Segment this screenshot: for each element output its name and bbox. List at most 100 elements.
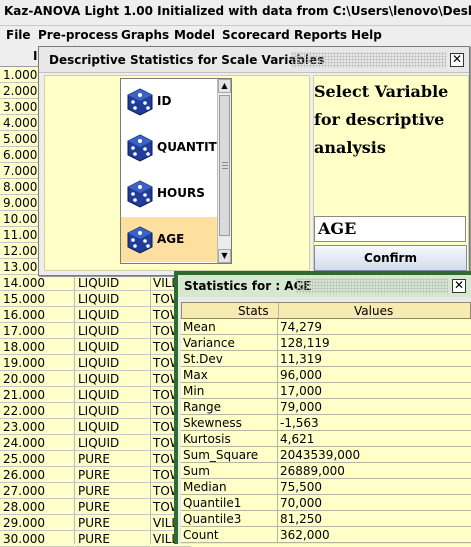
grid-cell[interactable]: LIQUID xyxy=(75,403,150,419)
stat-value: 75,500 xyxy=(280,480,322,494)
menu-reports[interactable]: Reports xyxy=(294,28,347,42)
grid-cell[interactable]: LIQUID xyxy=(75,275,150,291)
table-row[interactable]: Variance 128,119 xyxy=(181,335,471,351)
grid-cell[interactable]: 16.000 xyxy=(0,307,74,323)
grid-cell[interactable]: LIQUID xyxy=(75,435,150,451)
grid-cell[interactable]: LIQUID xyxy=(75,419,150,435)
scroll-thumb[interactable] xyxy=(219,95,230,236)
grid-cell[interactable]: 21.000 xyxy=(0,387,74,403)
grid-cell[interactable]: PURE xyxy=(75,531,150,547)
grid-cell[interactable]: PURE xyxy=(75,515,150,531)
menu-help[interactable]: Help xyxy=(351,28,382,42)
column-divider xyxy=(277,335,278,350)
grid-cell[interactable]: 19.000 xyxy=(0,355,74,371)
selection-panel: Select Variable for descriptive analysis… xyxy=(313,75,469,271)
column-divider xyxy=(277,527,278,542)
window-title: Kaz-ANOVA Light 1.00 Initialized with da… xyxy=(0,0,471,26)
menu-scorecard[interactable]: Scorecard xyxy=(222,28,290,42)
descriptive-stats-dialog: Descriptive Statistics for Scale Variabl… xyxy=(38,46,470,276)
stat-value: 81,250 xyxy=(280,512,322,526)
grid-cell[interactable]: 29.000 xyxy=(0,515,74,531)
grid-cell[interactable]: 25.000 xyxy=(0,451,74,467)
table-row[interactable]: Sum_Square 2043539,000 xyxy=(181,447,471,463)
stat-name: Quantile1 xyxy=(183,496,242,510)
table-row[interactable]: Max 96,000 xyxy=(181,367,471,383)
grid-cell[interactable]: 14.000 xyxy=(0,275,74,291)
stat-name: Sum_Square xyxy=(183,448,259,462)
stat-name: St.Dev xyxy=(183,352,223,366)
table-row[interactable]: Count 362,000 xyxy=(181,527,471,543)
grid-cell[interactable]: 28.000 xyxy=(0,499,74,515)
grid-cell[interactable]: LIQUID xyxy=(75,371,150,387)
stat-value: 26889,000 xyxy=(280,464,345,478)
variable-list[interactable]: ID QUANTITY HOURS AGE ▲ ▼ xyxy=(120,78,232,264)
grid-cell[interactable]: LIQUID xyxy=(75,339,150,355)
grid-cell[interactable]: LIQUID xyxy=(75,323,150,339)
grid-cell[interactable]: PURE xyxy=(75,499,150,515)
stat-name: Min xyxy=(183,384,205,398)
dialog-close-button[interactable]: ✕ xyxy=(450,53,464,67)
variable-label: QUANTITY xyxy=(157,140,226,154)
grid-cell[interactable]: 22.000 xyxy=(0,403,74,419)
grid-cell[interactable]: 18.000 xyxy=(0,339,74,355)
stat-value: 79,000 xyxy=(280,400,322,414)
stat-name: Range xyxy=(183,400,222,414)
table-row[interactable]: St.Dev 11,319 xyxy=(181,351,471,367)
scroll-down-button[interactable]: ▼ xyxy=(218,249,231,263)
table-row[interactable]: Sum 26889,000 xyxy=(181,463,471,479)
grid-cell[interactable]: 27.000 xyxy=(0,483,74,499)
column-divider xyxy=(277,367,278,382)
statistics-table-header: Stats Values xyxy=(181,302,471,319)
menu-pre-process[interactable]: Pre-process xyxy=(38,28,118,42)
title-bar-grip xyxy=(296,278,448,294)
stat-name: Variance xyxy=(183,336,235,350)
variable-item-quantity[interactable]: QUANTITY xyxy=(121,125,225,170)
grid-cell[interactable]: 17.000 xyxy=(0,323,74,339)
grid-cell[interactable]: LIQUID xyxy=(75,355,150,371)
grid-cell[interactable]: PURE xyxy=(75,467,150,483)
grid-cell[interactable]: 15.000 xyxy=(0,291,74,307)
menu-model[interactable]: Model xyxy=(174,28,215,42)
confirm-button[interactable]: Confirm xyxy=(314,245,467,271)
selected-variable-field[interactable]: AGE xyxy=(314,216,466,242)
menu-file[interactable]: File xyxy=(6,28,31,42)
table-row[interactable]: Median 75,500 xyxy=(181,479,471,495)
grid-cell[interactable]: 23.000 xyxy=(0,419,74,435)
table-row[interactable]: Range 79,000 xyxy=(181,399,471,415)
column-divider xyxy=(277,447,278,462)
table-row[interactable]: Skewness -1,563 xyxy=(181,415,471,431)
column-divider xyxy=(277,511,278,526)
variable-label: ID xyxy=(157,94,172,108)
column-header-stats[interactable]: Stats xyxy=(238,304,269,318)
grid-cell[interactable]: LIQUID xyxy=(75,307,150,323)
scroll-up-button[interactable]: ▲ xyxy=(218,79,231,93)
grid-cell[interactable]: LIQUID xyxy=(75,291,150,307)
grid-cell[interactable]: 20.000 xyxy=(0,371,74,387)
table-row[interactable]: Quantile3 81,250 xyxy=(181,511,471,527)
grid-cell[interactable]: PURE xyxy=(75,451,150,467)
grid-cell[interactable]: 26.000 xyxy=(0,467,74,483)
grip-line xyxy=(222,162,228,163)
grid-cell[interactable]: LIQUID xyxy=(75,387,150,403)
table-row[interactable]: Mean 74,279 xyxy=(181,319,471,335)
column-divider xyxy=(277,431,278,446)
variable-item-hours[interactable]: HOURS xyxy=(121,171,218,216)
table-row[interactable]: Min 17,000 xyxy=(181,383,471,399)
stat-value: 11,319 xyxy=(280,352,322,366)
stat-name: Median xyxy=(183,480,227,494)
dialog-title: Descriptive Statistics for Scale Variabl… xyxy=(49,53,325,67)
column-divider xyxy=(277,383,278,398)
table-row[interactable]: Quantile1 70,000 xyxy=(181,495,471,511)
variable-item-age[interactable]: AGE xyxy=(121,217,218,262)
column-header-values[interactable]: Values xyxy=(354,304,393,318)
stat-name: Max xyxy=(183,368,208,382)
grid-cell[interactable]: 24.000 xyxy=(0,435,74,451)
stat-value: 4,621 xyxy=(280,432,315,446)
variable-list-scrollbar[interactable]: ▲ ▼ xyxy=(217,79,231,263)
menu-graphs[interactable]: Graphs xyxy=(121,28,169,42)
grid-cell[interactable]: 30.000 xyxy=(0,531,74,547)
table-row[interactable]: Kurtosis 4,621 xyxy=(181,431,471,447)
grid-cell[interactable]: PURE xyxy=(75,483,150,499)
statistics-close-button[interactable]: ✕ xyxy=(452,279,466,293)
variable-item-id[interactable]: ID xyxy=(121,79,218,124)
